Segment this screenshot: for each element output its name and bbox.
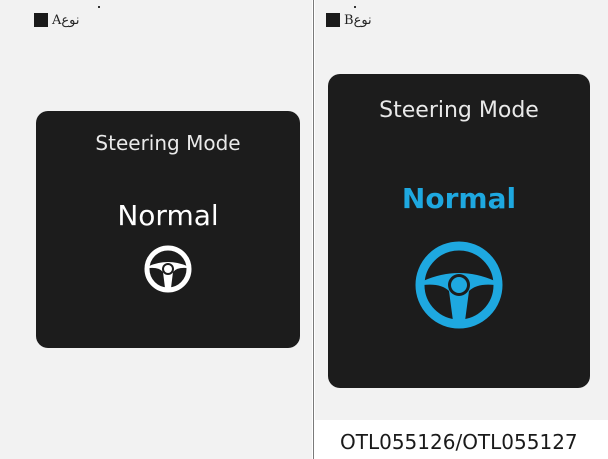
figure-caption: OTL055126/OTL055127 <box>340 430 578 454</box>
type-b-text: نوعB <box>344 12 372 28</box>
black-square-icon <box>326 13 340 27</box>
dot-mark <box>354 6 356 8</box>
type-a-label: نوعA <box>34 6 100 30</box>
cluster-display-b: Steering Mode Normal <box>328 74 590 388</box>
type-b-label: نوعB <box>326 6 372 30</box>
steering-wheel-icon <box>144 245 192 293</box>
type-a-text: نوعA <box>52 12 80 28</box>
mode-value: Normal <box>401 182 517 215</box>
screen-title: Steering Mode <box>379 98 539 123</box>
mode-value: Normal <box>117 199 219 232</box>
dot-mark <box>98 6 100 8</box>
black-square-icon <box>34 13 48 27</box>
cluster-display-a: Steering Mode Normal <box>36 111 300 348</box>
steering-wheel-icon <box>415 241 503 329</box>
screen-title: Steering Mode <box>95 131 241 155</box>
divider-line <box>313 0 314 459</box>
figure: نوعA نوعB Steering Mode Normal Steering … <box>0 0 608 459</box>
